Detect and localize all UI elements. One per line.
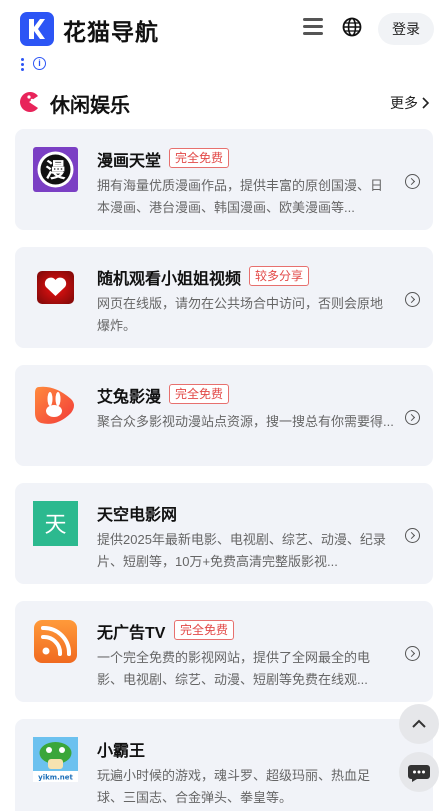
manga-icon: 漫: [33, 147, 78, 192]
logo[interactable]: [20, 12, 54, 46]
back-to-top-button[interactable]: [399, 704, 439, 744]
site-card-aitu[interactable]: 艾兔影漫 完全免费 聚合众多影视动漫站点资源，搜一搜总有你需要得...: [15, 365, 433, 466]
svg-text:天: 天: [44, 513, 66, 538]
info-icon[interactable]: i: [33, 57, 46, 70]
arrow-right-icon[interactable]: [405, 174, 420, 189]
card-description: 一个完全免费的影视网站，提供了全网最全的电影、电视剧、综艺、动漫、短剧等免费在线…: [97, 650, 371, 687]
card-description: 网页在线版，请勿在公共场合中访问，否则会原地爆炸。: [97, 296, 384, 333]
menu-icon[interactable]: [303, 18, 323, 36]
more-label: 更多: [390, 95, 418, 111]
card-title[interactable]: 小霸王: [97, 737, 145, 761]
card-title[interactable]: 无广告TV: [97, 619, 165, 643]
rss-tv-icon: [34, 620, 77, 663]
section-title: 休闲娱乐: [50, 95, 130, 117]
site-card-manga[interactable]: 漫 漫画天堂 完全免费 拥有海量优质漫画作品，提供丰富的原创国漫、日本漫画、港台…: [15, 129, 433, 230]
arrow-right-icon[interactable]: [405, 410, 420, 425]
tian-icon: 天: [33, 501, 78, 546]
site-card-xiaobawang[interactable]: yikm.net 小霸王 玩遍小时候的游戏，魂斗罗、超级玛丽、热血足球、三国志、…: [15, 719, 433, 811]
mushroom-game-icon: yikm.net: [33, 737, 78, 782]
arrow-right-icon[interactable]: [405, 528, 420, 543]
rabbit-icon: [35, 386, 74, 424]
arrow-right-icon[interactable]: [405, 646, 420, 661]
brand-name[interactable]: 花猫导航: [63, 13, 159, 47]
free-badge: 完全免费: [169, 148, 230, 168]
free-badge: 完全免费: [169, 384, 230, 404]
card-description: 聚合众多影视动漫站点资源，搜一搜总有你需要得...: [97, 414, 394, 429]
card-title[interactable]: 天空电影网: [97, 501, 177, 525]
logo-k-icon: [29, 19, 45, 39]
free-badge: 完全免费: [174, 620, 235, 640]
more-link[interactable]: 更多: [390, 93, 430, 113]
section-header: 休闲娱乐 更多: [0, 86, 448, 118]
card-description: 提供2025年最新电影、电视剧、综艺、动漫、纪录片、短剧等，10万+免费高清完整…: [97, 532, 386, 569]
card-title[interactable]: 漫画天堂: [97, 147, 161, 171]
share-badge: 较多分享: [249, 266, 310, 286]
globe-icon[interactable]: [342, 17, 362, 37]
card-title[interactable]: 随机观看小姐姐视频: [97, 265, 241, 289]
arrow-right-icon[interactable]: [405, 292, 420, 307]
pacman-icon: [20, 92, 38, 112]
login-button[interactable]: 登录: [378, 13, 434, 45]
card-description: 拥有海量优质漫画作品，提供丰富的原创国漫、日本漫画、港台漫画、韩国漫画、欧美漫画…: [97, 178, 384, 215]
card-description: 玩遍小时候的游戏，魂斗罗、超级玛丽、热血足球、三国志、合金弹头、拳皇等。: [97, 768, 371, 805]
more-vertical-icon[interactable]: [21, 58, 24, 71]
card-title[interactable]: 艾兔影漫: [97, 383, 161, 407]
svg-text:漫: 漫: [46, 158, 67, 182]
svg-text:yikm.net: yikm.net: [38, 774, 73, 782]
chat-button[interactable]: [399, 752, 439, 792]
top-header: 花猫导航 登录: [0, 0, 448, 56]
chat-bubble-icon: [408, 765, 430, 782]
chevron-up-icon: [412, 719, 426, 728]
site-card-tiankong[interactable]: 天 天空电影网 提供2025年最新电影、电视剧、综艺、动漫、纪录片、短剧等，10…: [15, 483, 433, 584]
chevron-right-icon: [422, 97, 430, 109]
site-card-no-ad-tv[interactable]: 无广告TV 完全免费 一个完全免费的影视网站，提供了全网最全的电影、电视剧、综艺…: [15, 601, 433, 702]
site-card-random-video[interactable]: 随机观看小姐姐视频 较多分享 网页在线版，请勿在公共场合中访问，否则会原地爆炸。: [15, 247, 433, 348]
heart-video-icon: [37, 271, 74, 304]
